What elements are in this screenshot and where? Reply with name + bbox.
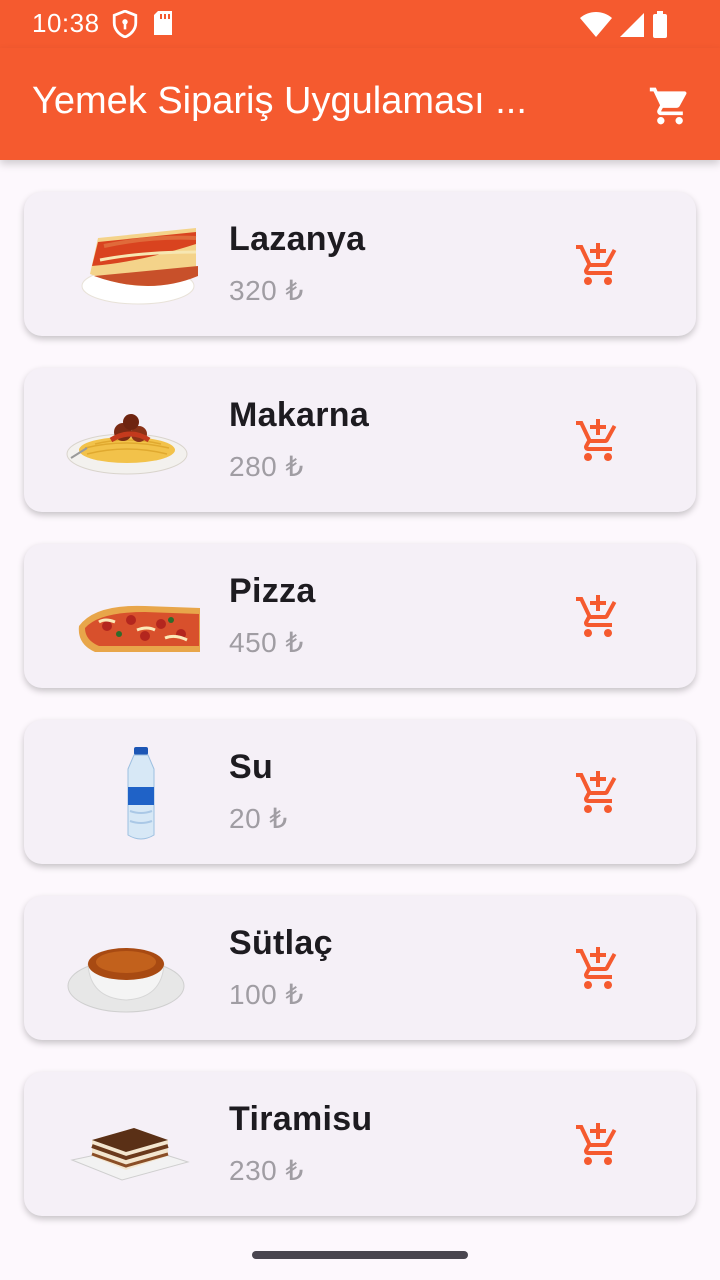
sd-card-icon xyxy=(154,11,172,35)
add-shopping-cart-icon[interactable] xyxy=(574,241,622,289)
food-card[interactable]: Lazanya 320 ₺ xyxy=(24,192,696,336)
food-price: 280 ₺ xyxy=(229,451,304,482)
water-bottle-image xyxy=(127,747,155,840)
status-right-icons xyxy=(580,11,668,39)
add-shopping-cart-icon[interactable] xyxy=(574,593,622,641)
food-name: Makarna xyxy=(229,396,370,434)
status-left-icons xyxy=(112,10,174,38)
home-indicator[interactable] xyxy=(252,1251,468,1259)
food-card[interactable]: Pizza 450 ₺ xyxy=(24,544,696,688)
battery-icon xyxy=(653,11,667,38)
cell-signal-icon xyxy=(620,13,644,37)
food-name: Lazanya xyxy=(229,220,366,258)
add-shopping-cart-icon[interactable] xyxy=(574,417,622,465)
app-title: Yemek Sipariş Uygulaması ... xyxy=(32,80,527,122)
app-bar: Yemek Sipariş Uygulaması ... xyxy=(0,48,720,160)
food-list[interactable]: Lazanya 320 ₺ Makarna 280 ₺ Pizza 450 ₺ … xyxy=(0,160,720,1240)
food-name: Sütlaç xyxy=(229,924,333,962)
food-price: 20 ₺ xyxy=(229,803,288,834)
shopping-cart-icon[interactable] xyxy=(648,84,692,128)
food-price: 230 ₺ xyxy=(229,1155,304,1186)
food-name: Tiramisu xyxy=(229,1100,373,1138)
spaghetti-image xyxy=(66,414,188,475)
add-shopping-cart-icon[interactable] xyxy=(574,769,622,817)
food-card[interactable]: Sütlaç 100 ₺ xyxy=(24,896,696,1040)
food-price: 450 ₺ xyxy=(229,627,304,658)
add-shopping-cart-icon[interactable] xyxy=(574,1121,622,1169)
shield-icon xyxy=(112,10,138,38)
food-price: 320 ₺ xyxy=(229,275,304,306)
lasagna-image xyxy=(81,228,198,305)
status-bar: 10:38 xyxy=(0,0,720,48)
wifi-icon xyxy=(580,12,612,37)
pizza-image xyxy=(78,605,200,652)
add-shopping-cart-icon[interactable] xyxy=(574,945,622,993)
rice-pudding-image xyxy=(67,948,185,1013)
food-name: Su xyxy=(229,748,274,786)
food-card[interactable]: Su 20 ₺ xyxy=(24,720,696,864)
food-card[interactable]: Makarna 280 ₺ xyxy=(24,368,696,512)
food-price: 100 ₺ xyxy=(229,979,304,1010)
food-name: Pizza xyxy=(229,572,316,610)
food-card[interactable]: Tiramisu 230 ₺ xyxy=(24,1072,696,1216)
tiramisu-image xyxy=(70,1128,190,1181)
status-time: 10:38 xyxy=(32,8,100,38)
